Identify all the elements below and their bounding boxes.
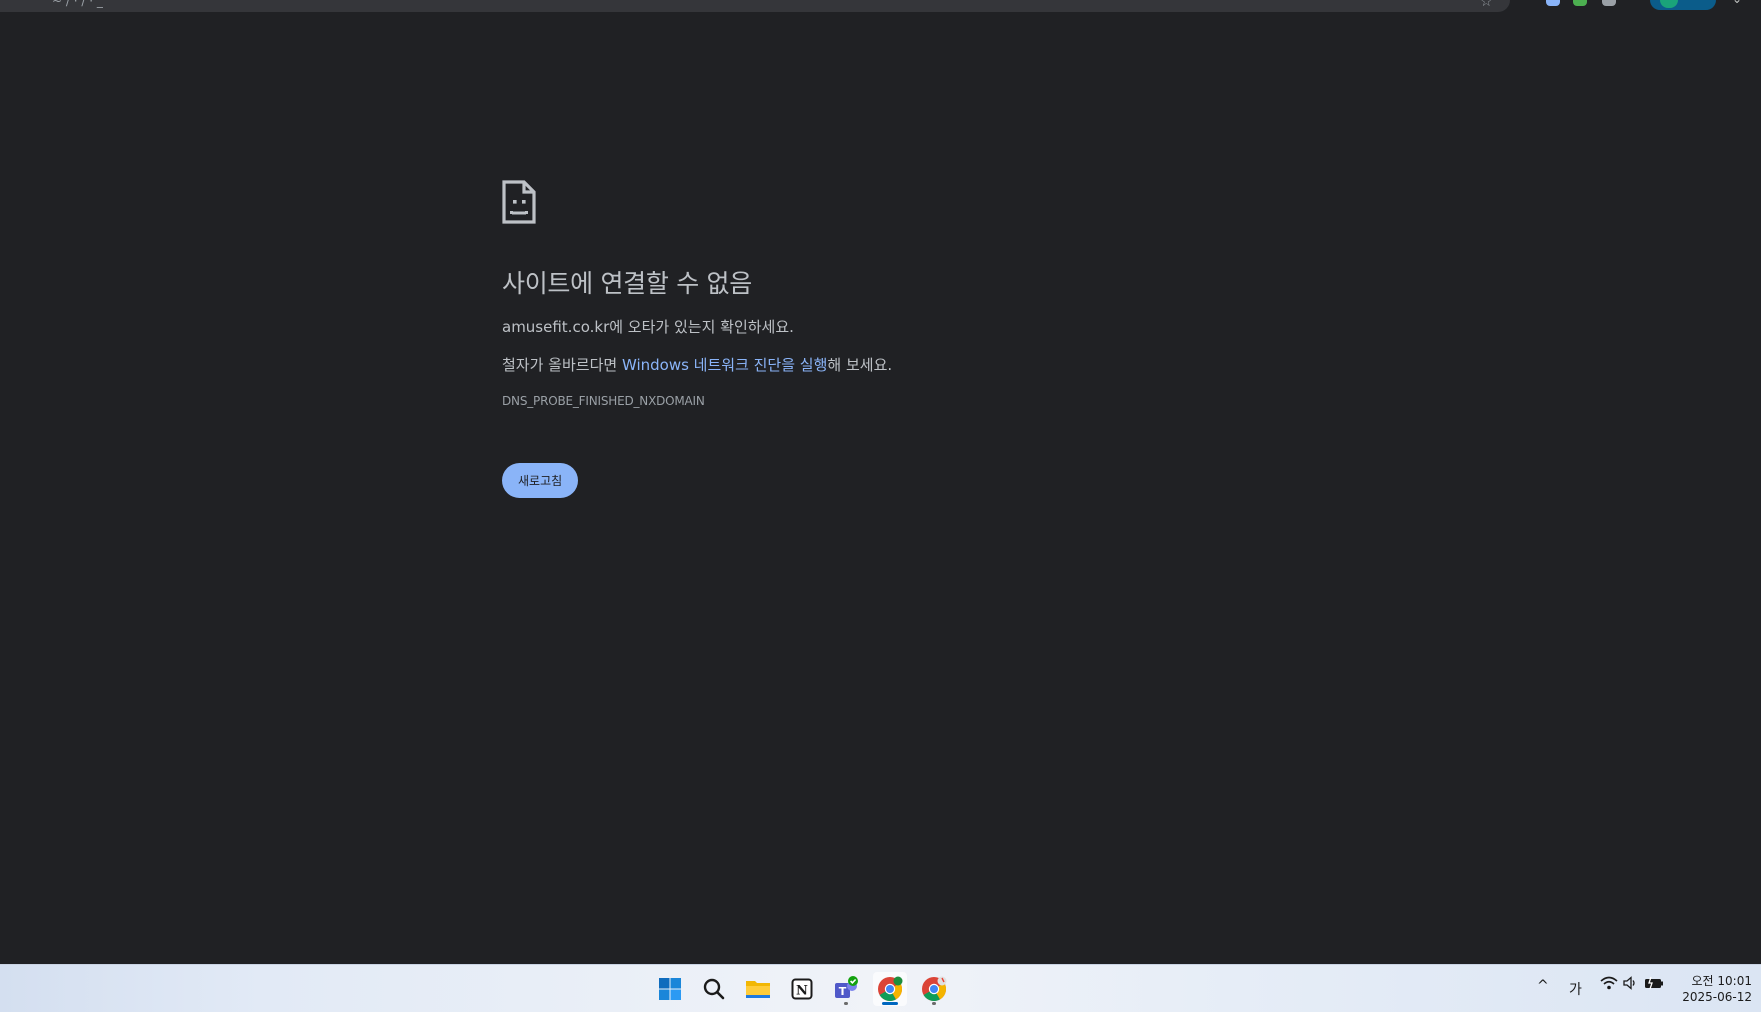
show-hidden-icons-button[interactable]: ^ — [1537, 978, 1549, 994]
extension-icon[interactable] — [1546, 0, 1560, 6]
chrome-icon[interactable] — [873, 972, 907, 1006]
url-text[interactable]: ~ / · / · _ — [52, 0, 103, 8]
diagnostics-hint: 철자가 올바르다면 Windows 네트워크 진단을 실행해 보세요. — [502, 354, 1202, 376]
network-diagnostics-link[interactable]: Windows 네트워크 진단을 실행 — [622, 356, 827, 374]
browser-toolbar: ~ / · / · _ ☆ ⌄ — [0, 0, 1761, 18]
clock-time: 오전 10:01 — [1691, 974, 1752, 988]
search-icon[interactable] — [697, 972, 731, 1006]
address-bar[interactable]: ~ / · / · _ ☆ — [0, 0, 1510, 12]
domain-text: amusefit.co.kr — [502, 318, 610, 336]
extension-icon[interactable] — [1573, 0, 1587, 6]
clock-date: 2025-06-12 — [1682, 990, 1752, 1004]
battery-icon[interactable] — [1644, 975, 1664, 995]
start-icon[interactable] — [653, 972, 687, 1006]
diagnostics-prefix: 철자가 올바르다면 — [502, 356, 622, 374]
notion-icon[interactable]: N — [785, 972, 819, 1006]
svg-text:T: T — [839, 985, 847, 998]
active-indicator — [882, 1002, 898, 1005]
running-indicator — [932, 1002, 936, 1005]
error-code: DNS_PROBE_FINISHED_NXDOMAIN — [502, 394, 705, 408]
clock[interactable]: 오전 10:01 2025-06-12 — [1672, 973, 1752, 1005]
diagnostics-suffix: 해 보세요. — [827, 356, 893, 374]
wifi-icon[interactable] — [1600, 975, 1618, 995]
extension-icon[interactable] — [1602, 0, 1616, 6]
volume-icon[interactable] — [1622, 975, 1638, 995]
chrome-icon[interactable] — [917, 972, 951, 1006]
reload-button[interactable]: 새로고침 — [502, 463, 579, 498]
svg-text:N: N — [796, 984, 808, 999]
sad-document-icon — [502, 180, 536, 224]
taskbar: N T ^ 가 오전 10:01 2025-06-12 — [0, 964, 1761, 1012]
ime-indicator[interactable]: 가 — [1569, 979, 1582, 999]
page-title: 사이트에 연결할 수 없음 — [502, 269, 752, 298]
chevron-down-icon[interactable]: ⌄ — [1732, 0, 1742, 6]
running-indicator — [844, 1002, 848, 1005]
star-icon[interactable]: ☆ — [1480, 0, 1493, 10]
file-explorer-icon[interactable] — [741, 972, 775, 1006]
typo-hint: amusefit.co.kr에 오타가 있는지 확인하세요. — [502, 316, 1202, 338]
teams-icon[interactable]: T — [829, 972, 863, 1006]
error-page: 사이트에 연결할 수 없음 amusefit.co.kr에 오타가 있는지 확인… — [502, 180, 1202, 498]
typo-hint-text: 에 오타가 있는지 확인하세요. — [609, 318, 794, 336]
